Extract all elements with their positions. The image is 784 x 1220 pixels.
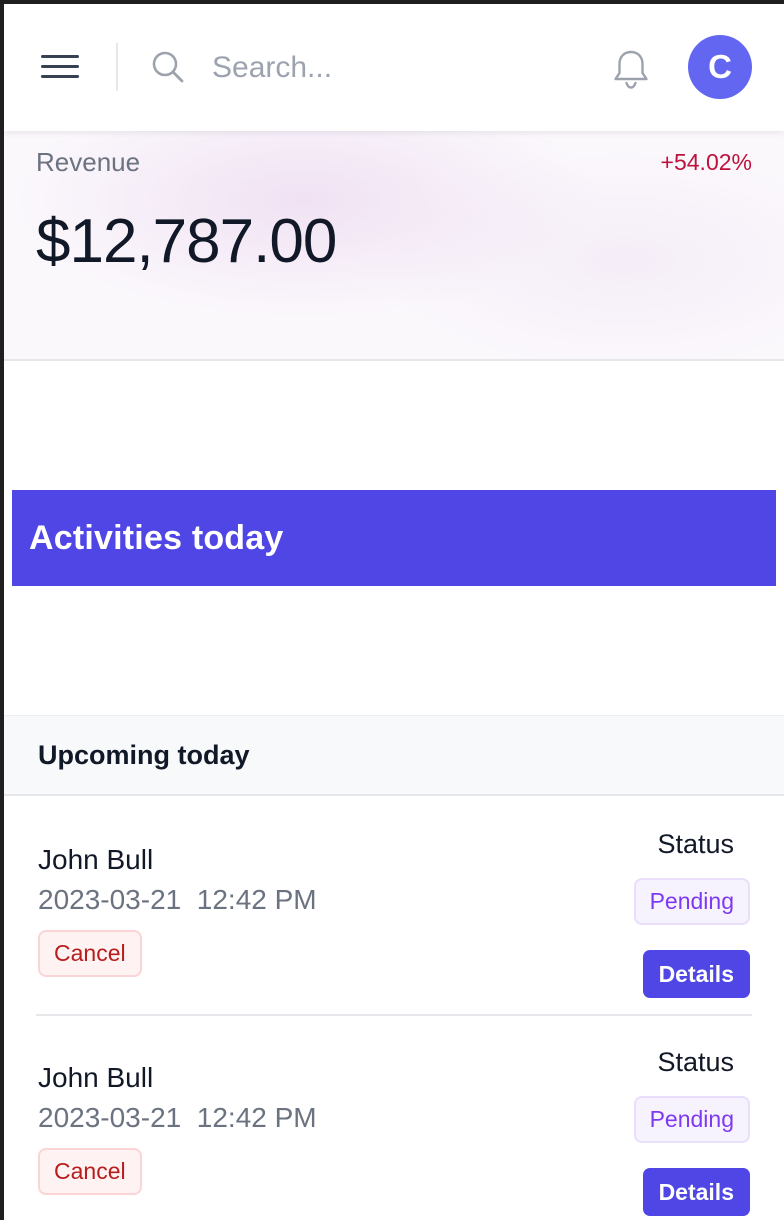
activities-banner: Activities today [12,490,776,586]
details-button[interactable]: Details [642,950,750,998]
hamburger-icon-line [41,64,79,68]
revenue-card: Revenue +54.02% $12,787.00 [4,130,784,361]
activity-list: John Bull 2023-03-21 12:42 PM Cancel Sta… [36,798,752,1220]
upcoming-header: Upcoming today [4,715,784,796]
cancel-button[interactable]: Cancel [38,930,142,977]
hamburger-icon-line [41,74,79,78]
details-button[interactable]: Details [642,1168,750,1216]
cancel-button[interactable]: Cancel [38,1148,142,1195]
header-divider [116,43,118,91]
upcoming-title: Upcoming today [38,740,250,770]
person-name: John Bull [38,844,154,875]
status-label: Status [657,1047,734,1077]
search-icon [152,51,184,83]
status-badge: Pending [633,1096,750,1143]
list-item: John Bull 2023-03-21 12:42 PM Cancel Sta… [36,1016,752,1220]
avatar[interactable]: C [688,35,752,99]
search-input[interactable] [210,44,590,92]
bell-icon[interactable] [608,46,654,92]
revenue-value: $12,787.00 [36,207,337,276]
top-bar: C [4,4,784,131]
person-name: John Bull [38,1062,154,1093]
revenue-label: Revenue [36,147,141,177]
list-item: John Bull 2023-03-21 12:42 PM Cancel Sta… [36,798,752,1016]
activity-datetime: 2023-03-21 12:42 PM [38,884,317,915]
status-badge: Pending [633,878,750,925]
activity-datetime: 2023-03-21 12:42 PM [38,1102,317,1133]
menu-button[interactable] [38,44,82,88]
hamburger-icon-line [41,54,79,58]
app-frame: C Revenue +54.02% $12,787.00 Activities … [0,0,784,1220]
status-label: Status [657,829,734,859]
revenue-change-badge: +54.02% [660,149,752,175]
activities-title: Activities today [29,518,284,557]
